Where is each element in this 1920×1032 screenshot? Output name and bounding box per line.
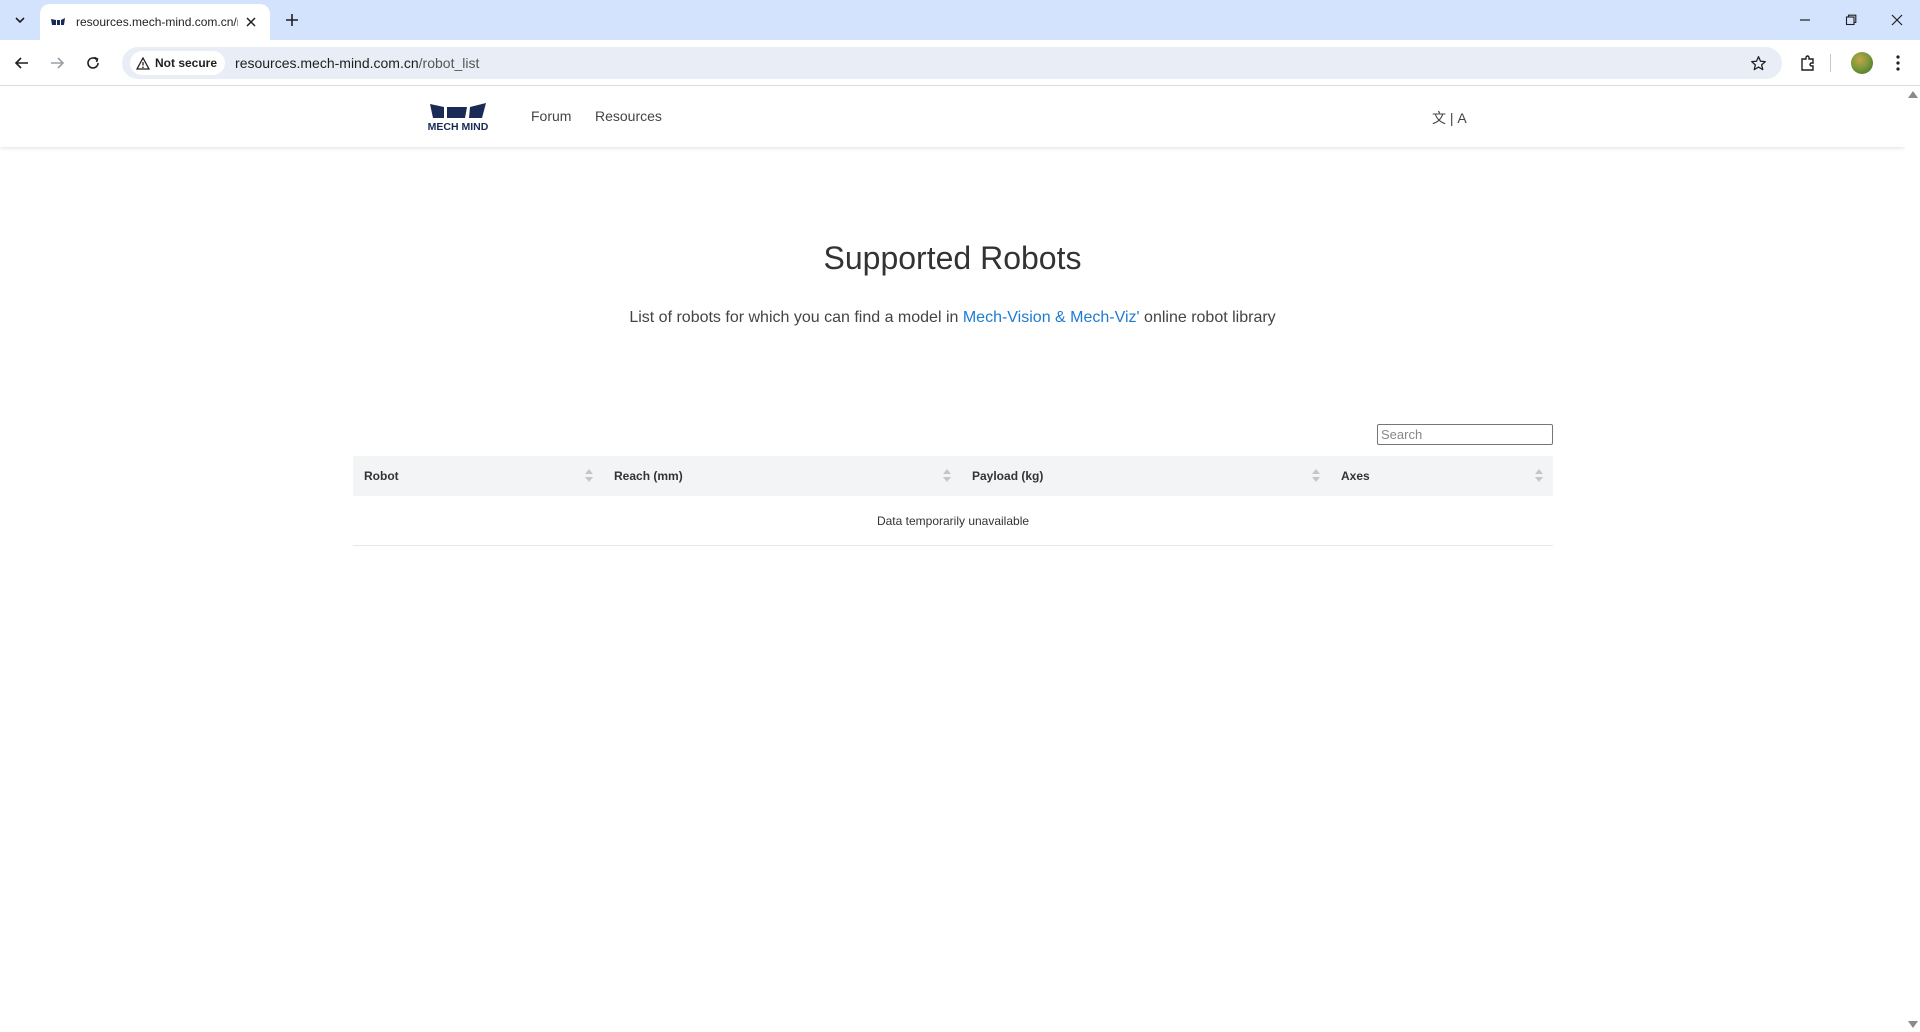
url-host: resources.mech-mind.com.cn	[235, 55, 419, 71]
sort-arrows-icon	[1312, 469, 1320, 483]
address-bar[interactable]: Not secure resources.mech-mind.com.cn/ro…	[122, 47, 1782, 79]
nav-link-resources[interactable]: Resources	[595, 108, 662, 124]
toolbar-divider	[1830, 54, 1831, 72]
page-viewport: MECH MIND Forum Resources 文 | A Supporte…	[0, 87, 1905, 1032]
window-restore-icon[interactable]	[1828, 0, 1874, 40]
avatar-image	[1851, 52, 1873, 74]
subtitle-text-before: List of robots for which you can find a …	[629, 309, 963, 326]
column-header-reach[interactable]: Reach (mm)	[603, 456, 961, 496]
mech-vision-viz-link[interactable]: Mech-Vision & Mech-Viz'	[963, 309, 1140, 326]
svg-text:MECH MIND: MECH MIND	[428, 121, 489, 133]
language-toggle[interactable]: 文 | A	[1432, 108, 1467, 128]
browser-tab-active[interactable]: resources.mech-mind.com.cn/r	[40, 4, 270, 40]
scroll-down-arrow-icon[interactable]	[1908, 1021, 1918, 1028]
page-scrollbar[interactable]	[1905, 87, 1920, 1032]
url-text: resources.mech-mind.com.cn/robot_list	[235, 55, 479, 71]
page-subtitle: List of robots for which you can find a …	[0, 309, 1905, 327]
tab-search-icon[interactable]	[8, 8, 32, 32]
subtitle-text-after: online robot library	[1139, 309, 1276, 326]
site-header: MECH MIND Forum Resources 文 | A	[0, 87, 1905, 147]
page-title: Supported Robots	[823, 240, 1082, 276]
window-minimize-icon[interactable]	[1782, 0, 1828, 40]
window-close-icon[interactable]	[1874, 0, 1920, 40]
sort-arrows-icon	[585, 469, 593, 483]
sort-arrows-icon	[943, 469, 951, 483]
column-header-robot[interactable]: Robot	[353, 456, 603, 496]
column-header-label: Payload (kg)	[972, 469, 1044, 483]
robots-table: Robot Reach (mm) Payload (kg) Axes Data …	[353, 456, 1553, 546]
column-header-axes[interactable]: Axes	[1330, 456, 1553, 496]
reload-icon[interactable]	[80, 50, 106, 76]
mech-mind-logo[interactable]: MECH MIND	[420, 101, 496, 133]
site-favicon-icon	[50, 14, 66, 30]
empty-message: Data temporarily unavailable	[876, 513, 1030, 528]
column-header-label: Robot	[364, 469, 399, 483]
bookmark-star-icon[interactable]	[1748, 53, 1768, 73]
forward-arrow-icon[interactable]	[44, 50, 70, 76]
tab-close-icon[interactable]	[242, 13, 260, 31]
warning-triangle-icon	[136, 56, 150, 70]
table-header-row: Robot Reach (mm) Payload (kg) Axes	[353, 456, 1553, 496]
browser-menu-kebab-icon[interactable]	[1885, 50, 1911, 76]
column-header-label: Axes	[1341, 469, 1370, 483]
nav-link-forum[interactable]: Forum	[531, 108, 571, 124]
sort-arrows-icon	[1535, 469, 1543, 483]
url-path: /robot_list	[418, 55, 480, 71]
security-chip[interactable]: Not secure	[130, 51, 226, 75]
profile-avatar[interactable]	[1849, 50, 1875, 76]
column-header-payload[interactable]: Payload (kg)	[961, 456, 1330, 496]
column-header-label: Reach (mm)	[614, 469, 683, 483]
security-label: Not secure	[155, 56, 218, 70]
table-empty-row: Data temporarily unavailable	[353, 496, 1553, 546]
table-search-input[interactable]	[1377, 424, 1553, 445]
extensions-puzzle-icon[interactable]	[1795, 50, 1821, 76]
scroll-up-arrow-icon[interactable]	[1908, 91, 1918, 98]
new-tab-plus-icon[interactable]	[280, 8, 304, 32]
browser-toolbar: Not secure resources.mech-mind.com.cn/ro…	[0, 40, 1920, 86]
browser-tabbar: resources.mech-mind.com.cn/r	[0, 0, 1920, 40]
tab-title: resources.mech-mind.com.cn/r	[76, 15, 239, 29]
back-arrow-icon[interactable]	[9, 50, 35, 76]
